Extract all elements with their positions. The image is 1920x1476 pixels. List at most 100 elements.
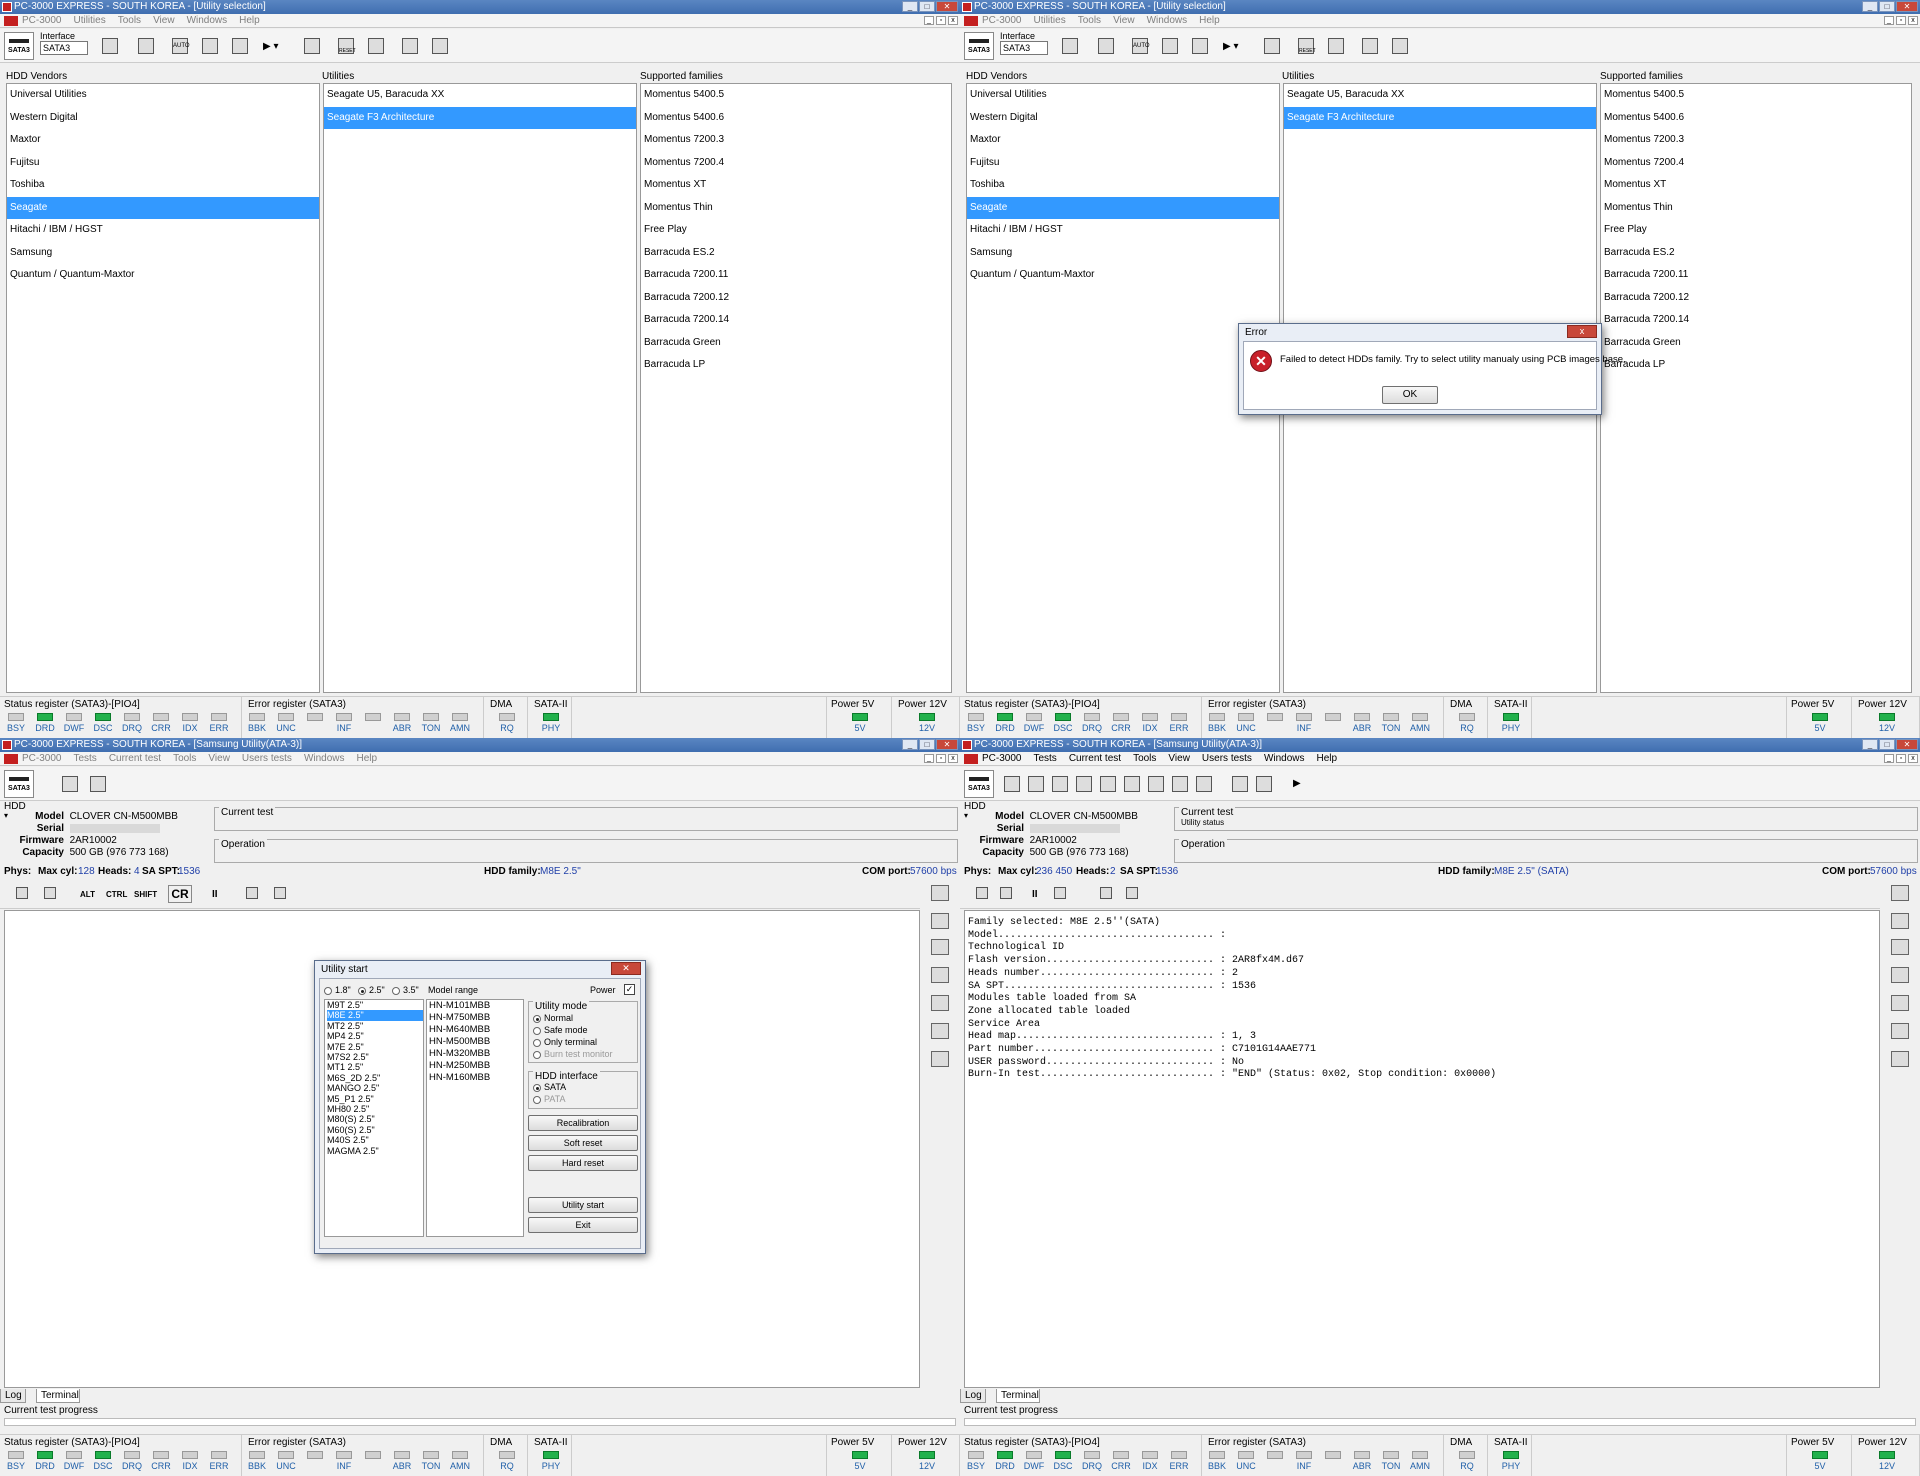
copy-button[interactable] [242,883,262,903]
menu-utilities[interactable]: Utilities [73,15,105,26]
list-item[interactable]: Samsung [967,242,1279,265]
list-item[interactable]: M7S2 2.5" [327,1052,423,1062]
maximize-icon[interactable]: □ [1879,1,1895,12]
hard-reset-button[interactable]: Hard reset [528,1155,638,1171]
mdi-restore-icon[interactable]: ▫ [936,754,946,763]
menu-users-tests[interactable]: Users tests [1202,753,1252,764]
menu-view[interactable]: View [208,753,230,764]
power-icon[interactable] [931,967,949,983]
size-35-radio[interactable]: 3.5" [392,985,419,995]
menu-help[interactable]: Help [1317,753,1338,764]
list-item[interactable]: Momentus Thin [641,197,951,220]
list-item[interactable]: Toshiba [7,174,319,197]
speaker-icon[interactable] [1891,885,1909,901]
list-item[interactable]: M80(S) 2.5" [327,1114,423,1124]
list-item[interactable]: Fujitsu [967,152,1279,175]
list-item[interactable]: Western Digital [967,107,1279,130]
close-icon[interactable]: ✕ [1896,1,1918,12]
list-item[interactable]: HN-M500MBB [429,1036,523,1048]
minimize-icon[interactable]: _ [1862,739,1878,750]
step-icon[interactable] [1891,1023,1909,1039]
list-item[interactable]: MANGO 2.5" [327,1083,423,1093]
power-button[interactable] [1324,34,1348,58]
maximize-icon[interactable]: □ [1879,739,1895,750]
list-item[interactable]: MT1 2.5" [327,1062,423,1072]
vendors-list[interactable]: Universal Utilities Western Digital Maxt… [6,83,320,693]
menu-view[interactable]: View [1168,753,1190,764]
window-button[interactable] [1388,34,1412,58]
list-item-selected[interactable]: Seagate [7,196,319,219]
reset-icon[interactable] [931,939,949,955]
auto-button[interactable]: AUTO [1128,34,1152,58]
list-item[interactable]: Momentus 7200.3 [1601,129,1911,152]
chip-icon[interactable] [931,913,949,929]
size-18-radio[interactable]: 1.8" [324,985,351,995]
dialog-close-button[interactable]: x [1567,325,1597,338]
list-item[interactable]: Barracuda Green [641,332,951,355]
list-item[interactable]: Maxtor [7,129,319,152]
mdi-minimize-icon[interactable]: _ [1884,16,1894,25]
windows-button[interactable] [58,772,82,796]
list-item[interactable]: Barracuda ES.2 [1601,242,1911,265]
sata-port-button[interactable]: SATA3 [4,32,34,60]
if-sata-radio[interactable]: SATA [533,1082,566,1092]
families-list[interactable]: Momentus 5400.5 Momentus 5400.6 Momentus… [640,83,952,693]
menu-view[interactable]: View [153,15,175,26]
families-list[interactable]: Momentus 5400.5 Momentus 5400.6 Momentus… [1600,83,1912,693]
minimize-icon[interactable]: _ [902,739,918,750]
vendors-list[interactable]: Universal Utilities Western Digital Maxt… [966,83,1280,693]
list-item[interactable]: Quantum / Quantum-Maxtor [7,264,319,287]
tab-terminal[interactable]: Terminal [36,1389,80,1403]
list-item[interactable]: M5_P1 2.5" [327,1094,423,1104]
list-button[interactable] [398,34,422,58]
list-item[interactable]: M7E 2.5" [327,1042,423,1052]
hdd-id-button[interactable] [98,34,122,58]
terminal-output[interactable]: Family selected: M8E 2.5''(SATA) Model..… [964,910,1880,1388]
menu-windows[interactable]: Windows [187,15,228,26]
mode-terminal-radio[interactable]: Only terminal [533,1037,597,1047]
list-item[interactable]: HN-M640MBB [429,1024,523,1036]
power-checkbox[interactable]: ✓ [624,984,635,995]
exit-button[interactable]: Exit [528,1217,638,1233]
id-button[interactable] [1024,772,1048,796]
list-item[interactable]: Hitachi / IBM / HGST [967,219,1279,242]
list-item[interactable]: Momentus 5400.5 [641,84,951,107]
menu-tests[interactable]: Tests [73,753,96,764]
list-item[interactable]: MP4 2.5" [327,1031,423,1041]
menu-utilities[interactable]: Utilities [1033,15,1065,26]
list-item[interactable]: Barracuda 7200.14 [1601,309,1911,332]
list-item[interactable]: Barracuda 7200.12 [1601,287,1911,310]
open-button[interactable] [972,883,992,903]
find-next-button[interactable] [1122,883,1142,903]
utilities-list[interactable]: Seagate U5, Baracuda XX Seagate F3 Archi… [323,83,637,693]
list-item[interactable]: Maxtor [967,129,1279,152]
interface-select[interactable]: SATA3 [40,41,88,55]
heads-button[interactable] [1168,772,1192,796]
list-item[interactable]: Quantum / Quantum-Maxtor [967,264,1279,287]
menu-tools[interactable]: Tools [1078,15,1101,26]
tool-button-1[interactable] [1158,34,1182,58]
mdi-close-icon[interactable]: x [1908,754,1918,763]
list-item[interactable]: Momentus 7200.3 [641,129,951,152]
monitor-button[interactable] [300,34,324,58]
menu-tools[interactable]: Tools [1133,753,1156,764]
chip-icon[interactable] [1891,913,1909,929]
soft-reset-button[interactable]: Soft reset [528,1135,638,1151]
menu-pc3000[interactable]: PC-3000 [22,15,61,26]
settings-icon[interactable] [1891,1051,1909,1067]
play-button[interactable]: ▶ ▾ [1218,34,1248,58]
ok-button[interactable]: OK [1382,386,1438,404]
window-button[interactable] [428,34,452,58]
list-item[interactable]: HN-M160MBB [429,1072,523,1084]
menu-pc3000[interactable]: PC-3000 [982,15,1021,26]
menu-windows[interactable]: Windows [1147,15,1188,26]
sata-port-button[interactable]: SATA3 [964,770,994,798]
table-button[interactable] [1192,772,1216,796]
list-item[interactable]: Momentus 7200.4 [641,152,951,175]
list-item[interactable]: Momentus XT [1601,174,1911,197]
list-item[interactable]: Momentus 7200.4 [1601,152,1911,175]
copy-button[interactable] [1050,883,1070,903]
tool-button-2[interactable] [228,34,252,58]
list-item-selected[interactable]: Seagate [967,196,1279,219]
dialog-close-button[interactable]: ✕ [611,962,641,975]
